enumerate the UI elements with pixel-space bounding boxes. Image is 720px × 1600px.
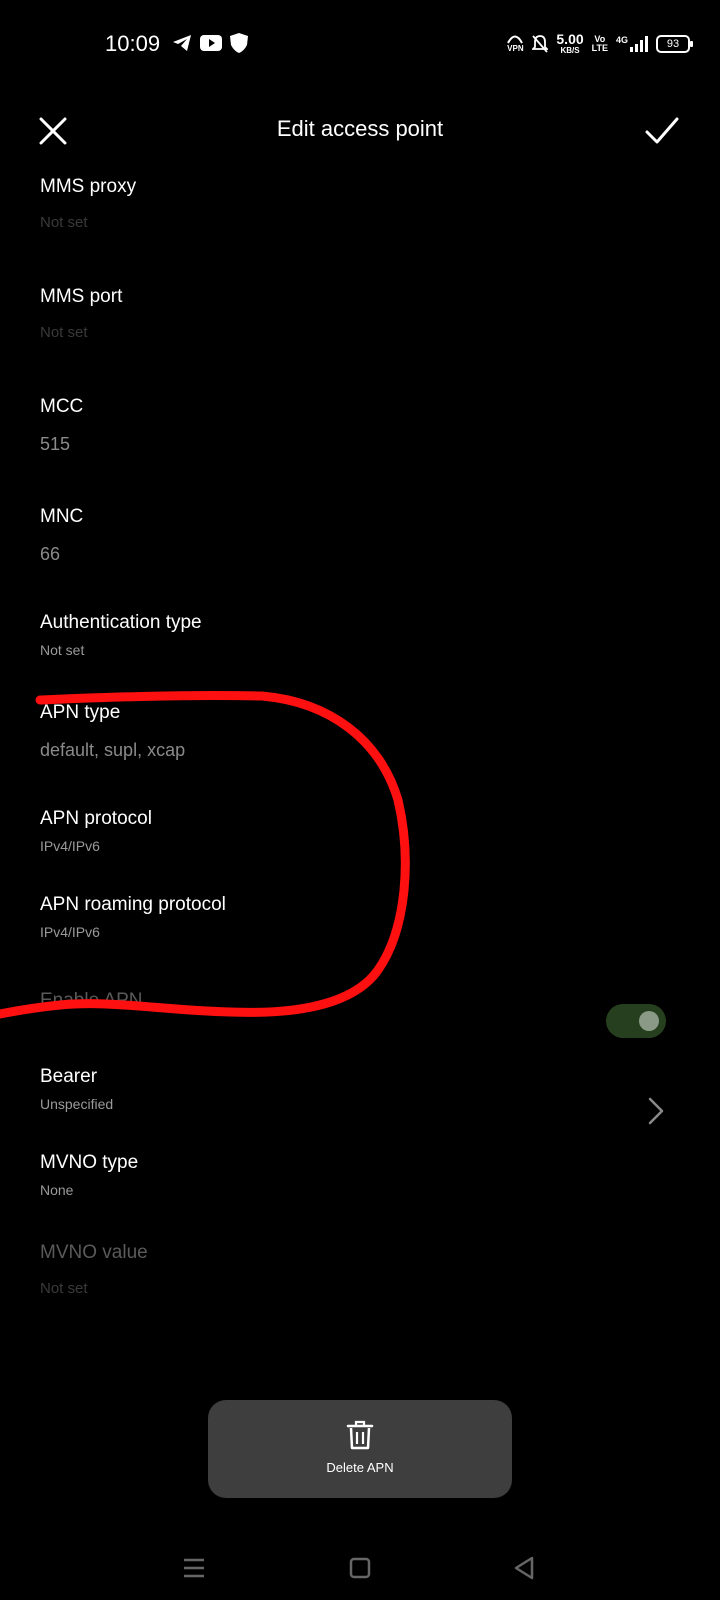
apn-type-field[interactable]: APN type default, supl, xcap [40, 702, 660, 761]
status-bar: 10:09 VPN 5.00 KB/S Vo LTE 4G 93 [0, 0, 720, 90]
vpn-icon [507, 35, 524, 44]
mms-proxy-field[interactable]: MMS proxy Not set [40, 176, 660, 231]
bearer-field[interactable]: Bearer Unspecified [40, 1066, 660, 1112]
header: Edit access point [0, 100, 720, 160]
apn-roaming-protocol-field[interactable]: APN roaming protocol IPv4/IPv6 [40, 894, 660, 940]
field-value: IPv4/IPv6 [40, 838, 100, 854]
field-label: Authentication type [40, 612, 202, 633]
apn-protocol-field[interactable]: APN protocol IPv4/IPv6 [40, 808, 660, 854]
trash-icon [346, 1420, 374, 1450]
shield-icon [230, 33, 248, 53]
enable-apn-toggle[interactable] [606, 1004, 666, 1038]
field-label: Bearer [40, 1066, 98, 1087]
field-label: MCC [40, 396, 84, 417]
enable-apn-field: Enable APN [40, 990, 660, 1012]
volte-indicator: Vo LTE [591, 33, 608, 53]
field-value: None [40, 1182, 74, 1198]
chevron-right-icon [648, 1097, 664, 1125]
home-icon[interactable] [346, 1554, 374, 1582]
vpn-indicator: VPN [506, 34, 524, 53]
field-value: default, supl, xcap [40, 740, 186, 760]
youtube-icon [200, 35, 222, 51]
field-value: 66 [40, 544, 61, 564]
battery-icon: 93 [656, 34, 693, 53]
check-icon[interactable] [644, 114, 680, 148]
back-icon[interactable] [510, 1554, 538, 1582]
status-system-icons: VPN 5.00 KB/S Vo LTE 4G 93 [506, 31, 693, 55]
authentication-type-field[interactable]: Authentication type Not set [40, 612, 660, 658]
mms-port-field[interactable]: MMS port Not set [40, 286, 660, 341]
mnc-field[interactable]: MNC 66 [40, 506, 660, 565]
field-label: Enable APN [40, 990, 143, 1011]
bell-mute-icon [532, 34, 549, 53]
mvno-type-field[interactable]: MVNO type None [40, 1152, 660, 1198]
field-label: MMS proxy [40, 176, 137, 197]
field-label: MVNO type [40, 1152, 139, 1173]
toggle-knob [639, 1011, 659, 1031]
status-notification-icons [172, 33, 248, 53]
status-time: 10:09 [105, 31, 161, 56]
field-value: Not set [40, 324, 88, 341]
navigation-bar [0, 1540, 720, 1600]
signal-indicator: 4G [616, 35, 648, 52]
network-speed: 5.00 KB/S [556, 31, 584, 55]
field-label: MVNO value [40, 1242, 148, 1263]
field-value: Not set [40, 1280, 88, 1297]
field-label: MNC [40, 506, 84, 527]
red-annotation-stroke [0, 690, 410, 1019]
menu-icon[interactable] [180, 1554, 208, 1582]
field-label: APN type [40, 702, 121, 723]
telegram-icon [173, 35, 191, 51]
delete-apn-button[interactable]: Delete APN [208, 1400, 512, 1498]
field-value: Unspecified [40, 1096, 114, 1112]
mvno-value-field: MVNO value Not set [40, 1242, 660, 1297]
field-value: 515 [40, 434, 71, 454]
field-value: IPv4/IPv6 [40, 924, 100, 940]
field-label: MMS port [40, 286, 123, 307]
field-value: Not set [40, 642, 85, 658]
screen: 10:09 VPN 5.00 KB/S Vo LTE 4G 93 Edit ac… [0, 0, 720, 1600]
field-label: APN protocol [40, 808, 152, 829]
mcc-field[interactable]: MCC 515 [40, 396, 660, 455]
signal-bars-icon [630, 35, 648, 52]
field-value: Not set [40, 214, 88, 231]
field-label: APN roaming protocol [40, 894, 226, 915]
delete-apn-label: Delete APN [326, 1460, 394, 1475]
page-title: Edit access point [276, 116, 444, 141]
